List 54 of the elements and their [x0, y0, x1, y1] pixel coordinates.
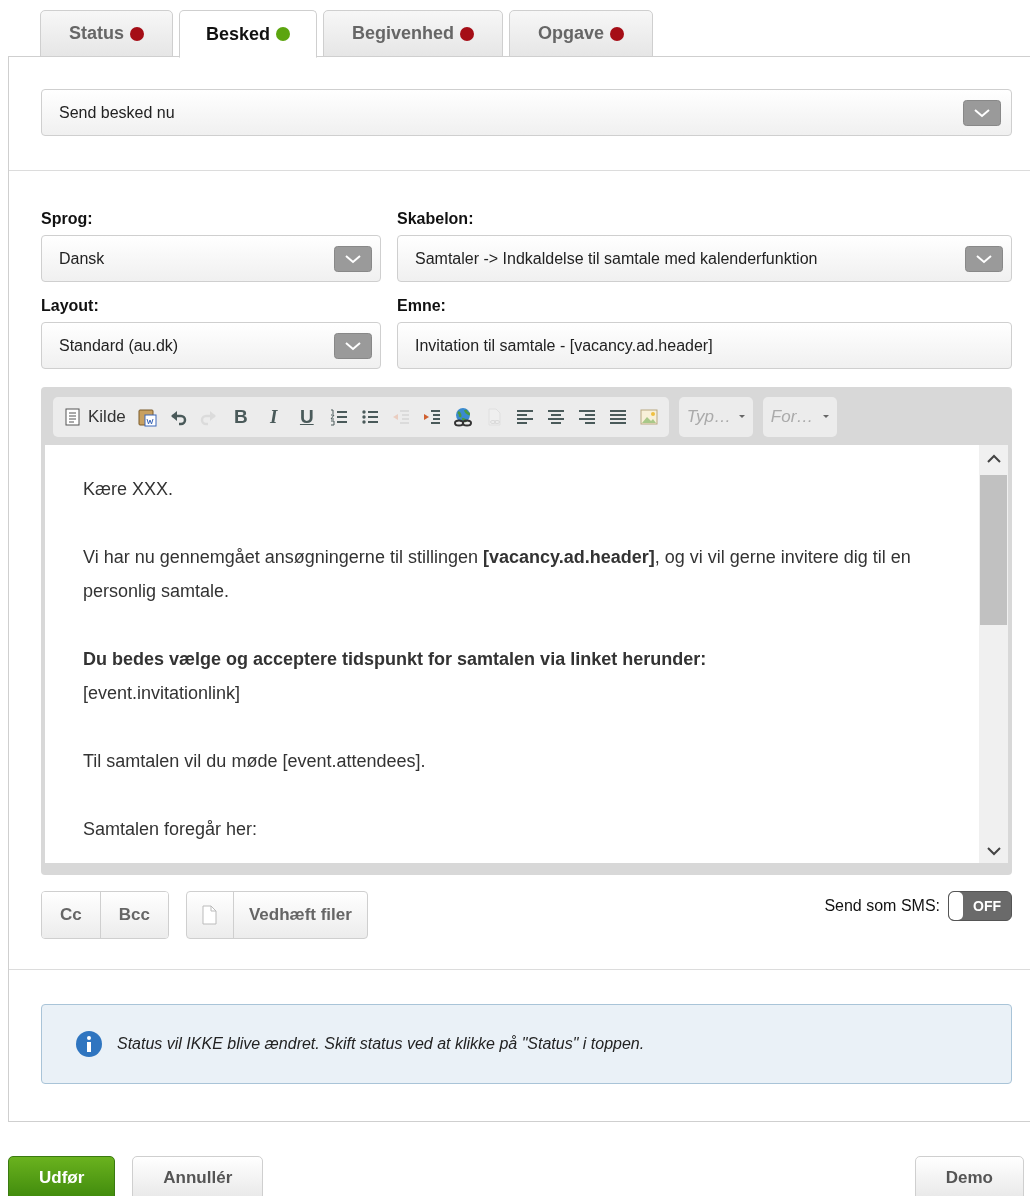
- recipient-button[interactable]: Bcc: [99, 892, 168, 938]
- action-button[interactable]: Annullér: [132, 1156, 264, 1196]
- caret-icon: [822, 415, 829, 419]
- field-label: Layout:: [41, 296, 100, 316]
- tab[interactable]: Begivenhed: [323, 10, 504, 57]
- info-message: Status vil IKKE blive ændret. Skift status ved at klikke på "Status" i toppen.: [117, 1034, 645, 1054]
- numbered-list-button[interactable]: [328, 407, 349, 427]
- paragraph: Vi har nu gennemgået ansøgningerne til stillingen [vacancy.ad.header], og vi vil gerne invitere dig til en personlig samtale.: [83, 546, 912, 603]
- scrollbar[interactable]: [979, 445, 1008, 863]
- italic-button[interactable]: I: [262, 402, 285, 432]
- paragraph: Kære XXX.: [83, 478, 175, 501]
- paragraph: Til samtalen vil du møde [event.attendees].: [83, 750, 427, 773]
- paragraph: Du bedes vælge og acceptere tidspunkt for samtalen via linket herunder:: [83, 648, 708, 671]
- dropdown-caret-icon: [334, 332, 372, 359]
- align-right-button[interactable]: [576, 407, 597, 427]
- file-icon: [202, 905, 218, 925]
- action-select[interactable]: Send besked nu: [41, 89, 1012, 136]
- dropdown-caret-icon: [334, 245, 372, 272]
- bold-button[interactable]: B: [229, 402, 252, 432]
- action-button[interactable]: Demo: [914, 1156, 1024, 1196]
- justify-button[interactable]: [607, 407, 628, 427]
- caret-icon: [738, 415, 745, 419]
- field-label: Sprog:: [41, 209, 94, 229]
- dropdown-caret-icon: [963, 99, 1001, 126]
- document-icon: [63, 407, 83, 427]
- tab[interactable]: Opgave: [509, 10, 654, 57]
- source-button[interactable]: Kilde: [63, 404, 126, 430]
- tab[interactable]: Besked: [179, 10, 318, 58]
- select-field[interactable]: Samtaler -> Indkaldelse til samtale med kalenderfunktion: [397, 235, 1012, 282]
- scroll-down-icon[interactable]: [985, 845, 1002, 857]
- scrollbar-thumb[interactable]: [980, 475, 1007, 625]
- attach-files-button[interactable]: Vedhæft filer: [185, 891, 368, 939]
- paste-word-button[interactable]: [136, 407, 157, 427]
- paragraph: Samtalen foregår her:: [83, 818, 259, 841]
- select-field[interactable]: Dansk: [41, 235, 381, 282]
- sms-label: Send som SMS:: [824, 896, 940, 916]
- info-icon: [75, 1030, 103, 1058]
- link-button[interactable]: [452, 407, 473, 427]
- align-center-button[interactable]: [545, 407, 566, 427]
- subject-field[interactable]: Invitation til samtale - [vacancy.ad.header]: [397, 322, 1012, 369]
- indent-button[interactable]: [421, 407, 442, 427]
- select-field[interactable]: Standard (au.dk): [41, 322, 381, 369]
- align-left-button[interactable]: [514, 407, 535, 427]
- tab[interactable]: Status: [40, 10, 173, 57]
- field-label: Emne:: [397, 296, 447, 316]
- bulleted-list-button[interactable]: [359, 407, 380, 427]
- paragraph: [event.invitationlink]: [83, 682, 242, 705]
- dropdown-caret-icon: [965, 245, 1003, 272]
- underline-button[interactable]: U: [295, 402, 318, 432]
- scroll-up-icon[interactable]: [985, 453, 1002, 465]
- sms-toggle[interactable]: OFF: [948, 891, 1012, 921]
- recipient-button[interactable]: Cc: [42, 892, 100, 938]
- field-label: Skabelon:: [397, 209, 475, 229]
- submit-button[interactable]: Udfør: [8, 1156, 116, 1196]
